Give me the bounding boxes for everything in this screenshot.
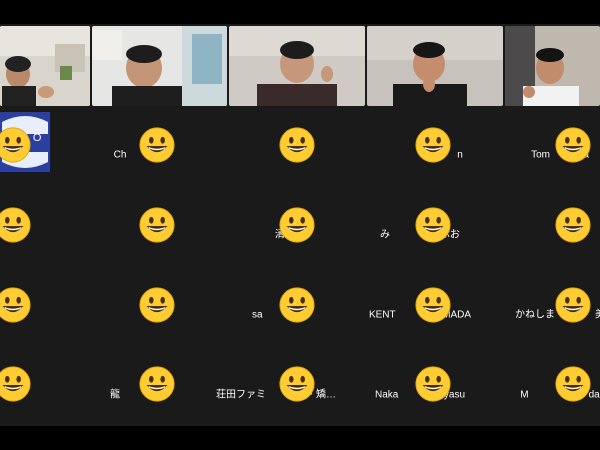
top-bar [0, 0, 600, 24]
grinning-face-emoji-icon [0, 207, 31, 243]
grinning-face-emoji-icon [555, 287, 591, 323]
grinning-face-emoji-icon [0, 287, 31, 323]
video-strip [0, 24, 600, 107]
participant-video [367, 26, 503, 106]
video-tile[interactable] [92, 26, 227, 106]
grinning-face-emoji-icon [279, 366, 315, 402]
reaction-emoji [0, 286, 32, 324]
reaction-emoji [0, 126, 32, 164]
reaction-emoji [414, 126, 452, 164]
grinning-face-emoji-icon [415, 207, 451, 243]
grinning-face-emoji-icon [139, 207, 175, 243]
participant-video [92, 26, 227, 106]
grinning-face-emoji-icon [0, 366, 31, 402]
reaction-emoji [414, 286, 452, 324]
reaction-emoji [138, 286, 176, 324]
reaction-emoji [414, 365, 452, 403]
participant-video [505, 26, 600, 106]
grinning-face-emoji-icon [139, 127, 175, 163]
reaction-emoji [554, 206, 592, 244]
grinning-face-emoji-icon [139, 287, 175, 323]
grinning-face-emoji-icon [279, 207, 315, 243]
grinning-face-emoji-icon [415, 366, 451, 402]
grinning-face-emoji-icon [415, 127, 451, 163]
bottom-bar [0, 426, 600, 450]
reaction-emoji [278, 206, 316, 244]
grinning-face-emoji-icon [279, 287, 315, 323]
participant-video [229, 26, 365, 106]
video-tile[interactable] [229, 26, 365, 106]
reaction-emoji [0, 365, 32, 403]
reaction-emoji [278, 286, 316, 324]
grinning-face-emoji-icon [555, 207, 591, 243]
reaction-emoji [0, 206, 32, 244]
participant-video [0, 26, 90, 106]
reaction-emoji [554, 286, 592, 324]
grinning-face-emoji-icon [279, 127, 315, 163]
reaction-emoji [138, 206, 176, 244]
reaction-emoji [278, 365, 316, 403]
grinning-face-emoji-icon [555, 366, 591, 402]
video-tile[interactable] [367, 26, 503, 106]
reaction-emoji [414, 206, 452, 244]
reaction-emoji [554, 365, 592, 403]
reaction-emoji [138, 126, 176, 164]
grinning-face-emoji-icon [139, 366, 175, 402]
grinning-face-emoji-icon [0, 127, 31, 163]
video-tile-active-speaker[interactable] [0, 26, 90, 106]
reaction-emoji [554, 126, 592, 164]
video-tile[interactable] [505, 26, 600, 106]
grinning-face-emoji-icon [415, 287, 451, 323]
reaction-emoji [278, 126, 316, 164]
gallery-view: CIAO Ch 用 n Tom ra eno [0, 24, 600, 426]
grinning-face-emoji-icon [555, 127, 591, 163]
reaction-emoji [138, 365, 176, 403]
